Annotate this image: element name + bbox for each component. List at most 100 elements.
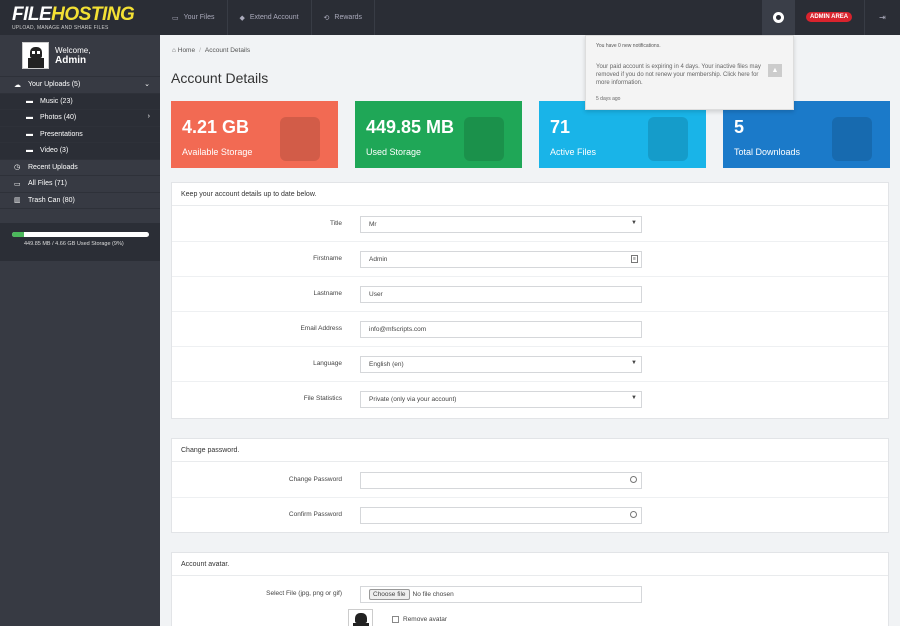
folder-icon: ▬ (26, 97, 33, 105)
welcome-text: Welcome, (55, 45, 91, 55)
email-input[interactable]: info@mfscripts.com (360, 321, 642, 338)
stat-label: Available Storage (182, 147, 253, 157)
nav-your-files[interactable]: ▭ Your Files (160, 0, 228, 35)
stat-value: 449.85 MB (366, 117, 455, 137)
sidebar-item-label: Music (23) (40, 97, 73, 105)
field-label: File Statistics (303, 395, 342, 402)
clock-icon: ◷ (14, 164, 21, 172)
avatar-file-input[interactable]: Choose file No file chosen (360, 586, 642, 603)
account-avatar-panel: Account avatar. Select File (jpg, png or… (171, 552, 889, 626)
storage-progress-fill (12, 232, 25, 237)
admin-area-button[interactable]: ADMIN AREA (806, 12, 853, 22)
key-icon (630, 476, 637, 483)
sidebar-item-label: Photos (40) (40, 114, 77, 122)
trash-icon: ▥ (14, 197, 21, 205)
sidebar-item-all-files[interactable]: ▭ All Files (71) (0, 176, 160, 193)
lastname-input[interactable]: User (360, 286, 642, 303)
chevron-right-icon: › (147, 113, 150, 120)
globe-icon (773, 12, 784, 23)
stat-label: Active Files (550, 147, 597, 157)
sidebar-item-label: Presentations (40, 130, 83, 138)
logo-text-hosting: HOSTING (51, 4, 135, 25)
nav-label: Your Files (183, 14, 215, 21)
stat-label: Used Storage (366, 147, 422, 157)
cloud-upload-icon: ☁ (14, 81, 21, 89)
field-value: info@mfscripts.com (369, 326, 427, 333)
language-select[interactable]: English (en) ▼ (360, 356, 642, 373)
avatar-preview (348, 609, 373, 626)
sidebar-item-trash-can[interactable]: ▥ Trash Can (80) (0, 193, 160, 209)
notifications-dropdown: You have 0 new notifications. Your paid … (585, 35, 794, 110)
stat-value: 71 (550, 117, 571, 137)
remove-avatar-checkbox[interactable] (392, 616, 399, 623)
storage-progress-bar (12, 232, 149, 237)
field-value: User (369, 291, 383, 298)
remove-avatar-label: Remove avatar (403, 616, 448, 623)
field-label: Firstname (313, 255, 342, 262)
firstname-input[interactable]: Admin ≡ (360, 251, 642, 268)
stat-active-files: 71 Active Files (539, 101, 706, 168)
confirm-password-input[interactable] (360, 507, 642, 524)
lastname-row: Lastname User (172, 277, 888, 312)
logout-button[interactable]: ⇥ (864, 0, 900, 35)
caret-down-icon: ▼ (631, 395, 637, 401)
title-row: Title Mr ▼ (172, 207, 888, 242)
caret-down-icon: ▼ (631, 360, 637, 366)
sidebar-item-video[interactable]: ▬ Video (3) (0, 143, 160, 160)
drive-icon: ▭ (172, 14, 179, 22)
confirm-password-row: Confirm Password (172, 498, 888, 533)
logout-icon: ⇥ (879, 13, 886, 22)
panel-heading: Account avatar. (172, 553, 888, 576)
sidebar-item-photos[interactable]: ▬ Photos (40) › (0, 110, 160, 127)
nav-label: Extend Account (249, 14, 299, 21)
page-title: Account Details (171, 70, 269, 86)
file-statistics-select[interactable]: Private (only via your account) ▼ (360, 391, 642, 408)
change-password-row: Change Password (172, 463, 888, 498)
stat-value: 5 (734, 117, 745, 137)
notifications-button[interactable] (762, 0, 795, 35)
choose-file-button[interactable]: Choose file (369, 589, 410, 600)
field-label: Title (329, 220, 342, 227)
sidebar-item-label: All Files (71) (28, 180, 67, 188)
nav-label: Rewards (334, 14, 363, 21)
chevron-down-icon: ⌄ (144, 81, 150, 88)
stat-label: Total Downloads (734, 147, 801, 157)
sidebar-item-label: Video (3) (40, 147, 69, 155)
tag-icon: ◆ (239, 14, 245, 22)
drive-icon (280, 117, 320, 161)
field-value: Mr (369, 221, 377, 228)
sidebar-item-music[interactable]: ▬ Music (23) (0, 93, 160, 110)
avatar (22, 42, 49, 69)
top-nav: ▭ Your Files ◆ Extend Account ⟲ Rewards (160, 0, 376, 35)
file-statistics-row: File Statistics Private (only via your ac… (172, 382, 888, 417)
field-label: Confirm Password (288, 511, 342, 518)
field-label: Language (313, 360, 342, 367)
change-password-input[interactable] (360, 472, 642, 489)
notification-message[interactable]: Your paid account is expiring in 4 days.… (596, 63, 766, 87)
breadcrumb: ⌂ Home / Account Details (172, 47, 251, 54)
sidebar-item-your-uploads[interactable]: ☁ Your Uploads (5) ⌄ (0, 77, 160, 94)
logo-tagline: UPLOAD, MANAGE AND SHARE FILES (12, 25, 109, 31)
logo[interactable]: FILEHOSTING UPLOAD, MANAGE AND SHARE FIL… (0, 0, 160, 35)
breadcrumb-home[interactable]: Home (178, 47, 195, 54)
nav-extend-account[interactable]: ◆ Extend Account (228, 0, 312, 35)
warning-icon: ▲ (768, 64, 782, 77)
storage-text: 449.85 MB / 4.66 GB Used Storage (9%) (24, 241, 124, 247)
sidebar-item-label: Trash Can (80) (28, 196, 75, 204)
logo-text-file: FILE (12, 4, 52, 25)
field-label: Change Password (288, 476, 342, 483)
sidebar-item-presentations[interactable]: ▬ Presentations (0, 126, 160, 143)
change-password-panel: Change password. Change Password Confirm… (171, 438, 889, 533)
nav-rewards[interactable]: ⟲ Rewards (312, 0, 376, 35)
sidebar-item-recent-uploads[interactable]: ◷ Recent Uploads (0, 160, 160, 176)
username: Admin (55, 54, 87, 66)
firstname-row: Firstname Admin ≡ (172, 242, 888, 277)
stat-value: 4.21 GB (182, 117, 250, 137)
notification-time: 5 days ago (596, 96, 621, 102)
language-row: Language English (en) ▼ (172, 347, 888, 382)
select-file-row: Select File (jpg, png or gif) Choose file… (172, 577, 888, 612)
title-select[interactable]: Mr ▼ (360, 216, 642, 233)
sidebar: Welcome, Admin ☁ Your Uploads (5) ⌄ ▬ Music… (0, 35, 160, 626)
panel-heading: Keep your account details up to date bel… (172, 183, 888, 206)
stat-used-storage: 449.85 MB Used Storage (355, 101, 522, 168)
